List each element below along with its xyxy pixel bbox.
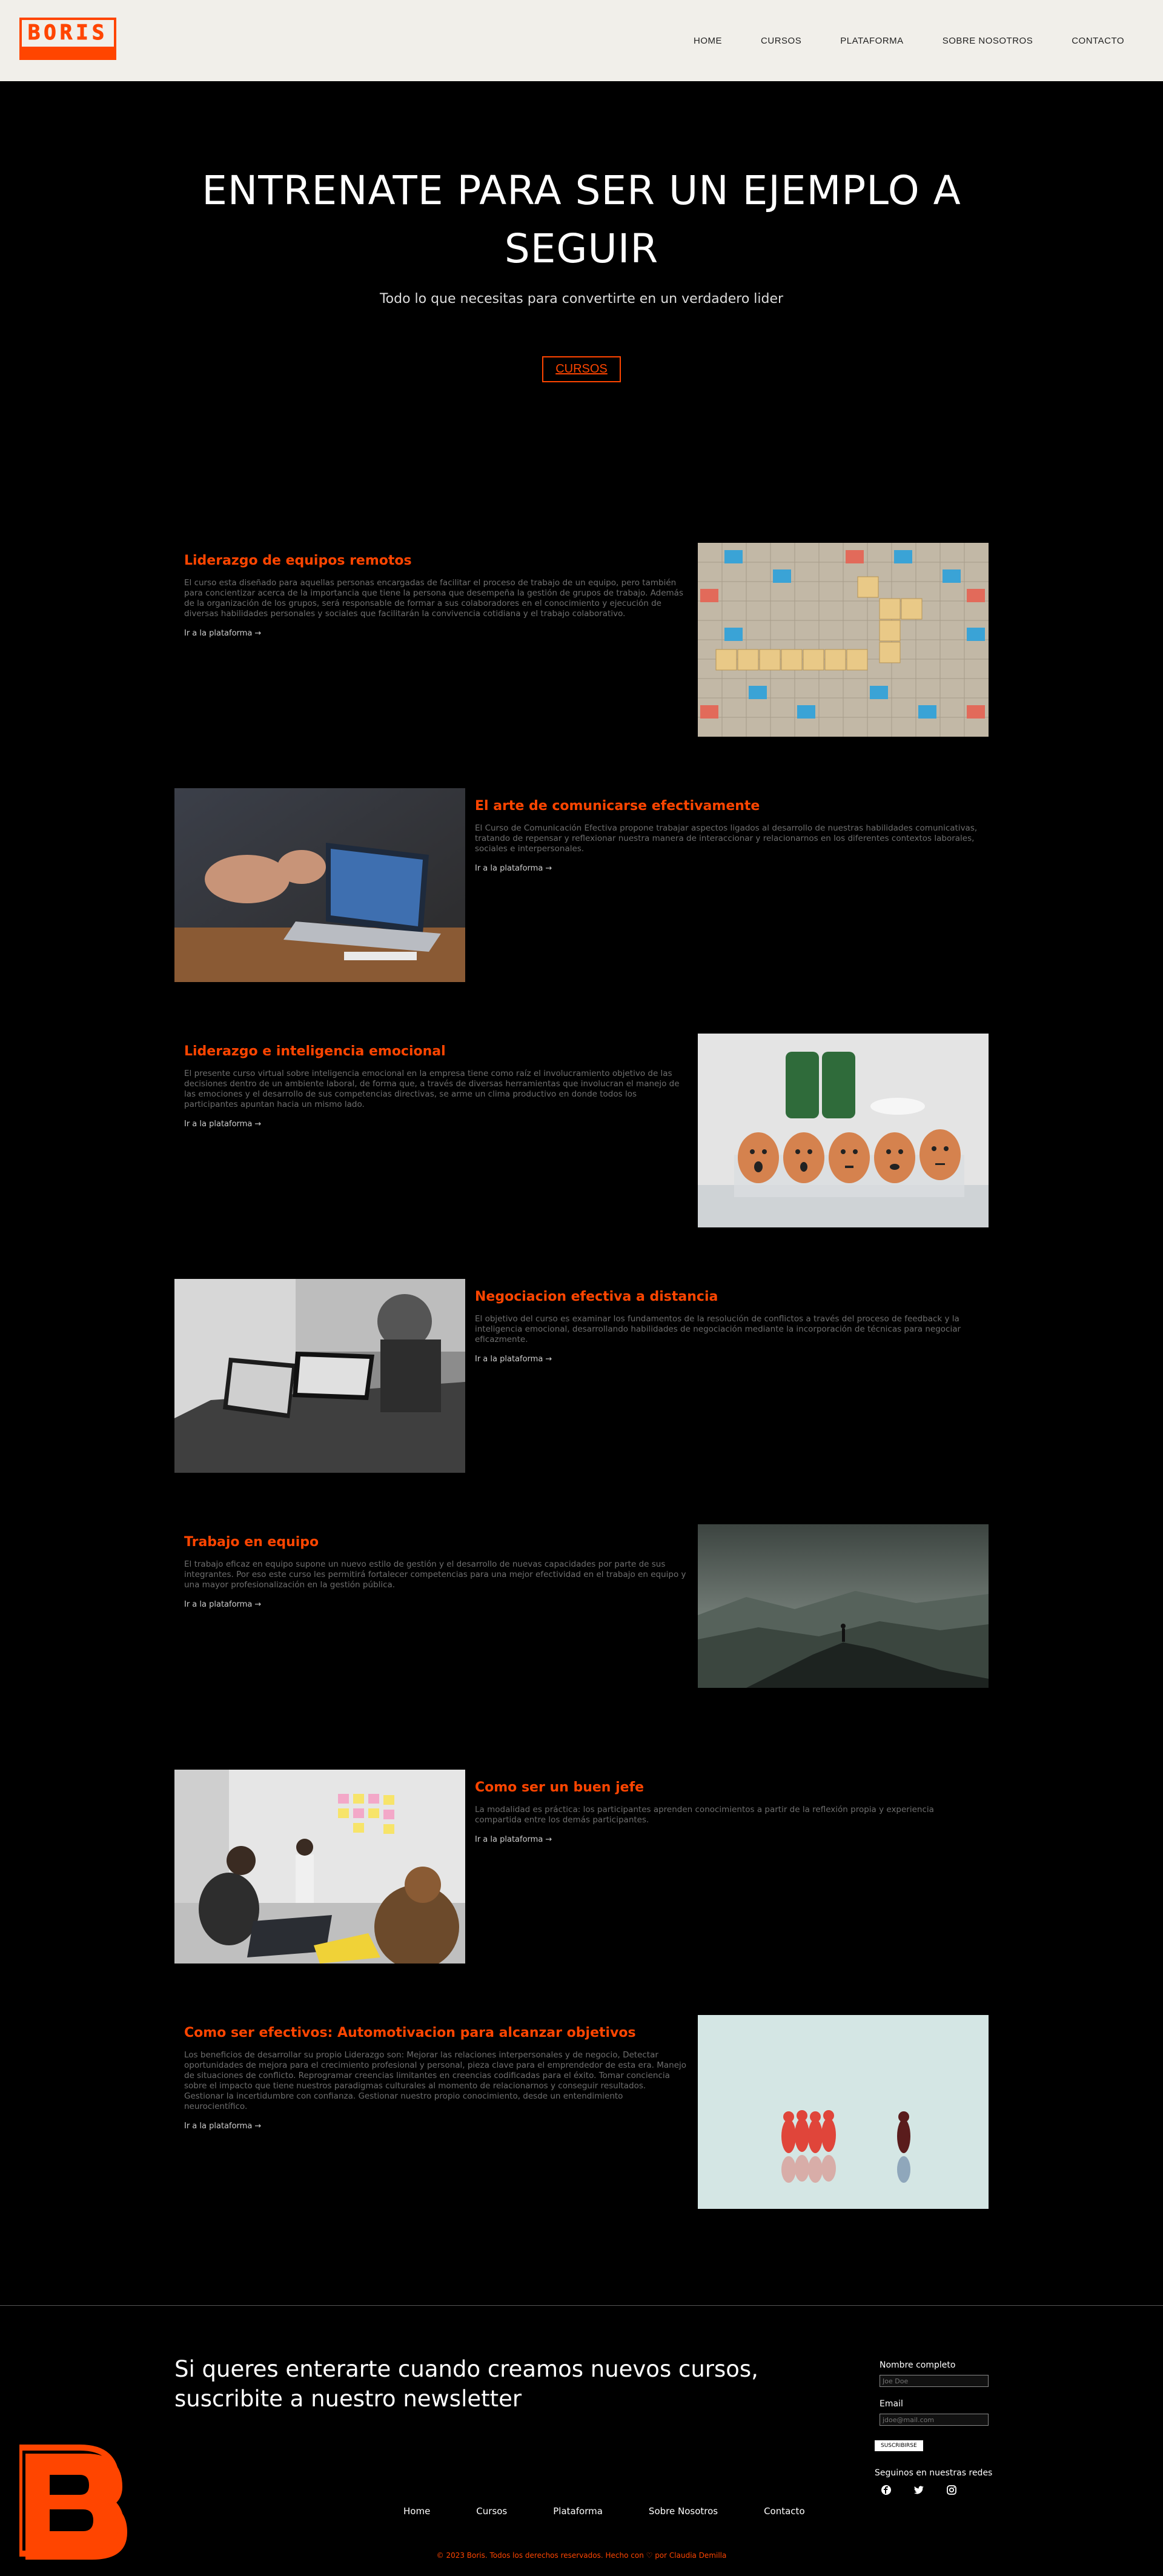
course-title: Como ser un buen jefe	[475, 1780, 644, 1795]
footer-nav-contacto[interactable]: Contacto	[764, 2506, 805, 2517]
site-header: BORIS HOME CURSOS PLATAFORMA SOBRE NOSOT…	[0, 0, 1163, 81]
nav-cursos[interactable]: CURSOS	[761, 36, 801, 46]
nav-sobre-nosotros[interactable]: SOBRE NOSOTROS	[943, 36, 1033, 46]
social-title: Seguinos en nuestras redes	[875, 2468, 993, 2478]
nav-plataforma[interactable]: PLATAFORMA	[840, 36, 903, 46]
course-description: La modalidad es práctica: los participan…	[475, 1805, 934, 1825]
course-platform-link[interactable]: Ir a la plataforma →	[184, 1600, 687, 1609]
red-pawns-image	[698, 2015, 989, 2209]
course-description: El objetivo del curso es examinar los fu…	[475, 1314, 961, 1344]
email-field[interactable]	[880, 2414, 989, 2426]
course-card: Liderazgo de equipos remotos El curso es…	[0, 491, 1163, 737]
course-description: El Curso de Comunicación Efectiva propon…	[475, 823, 978, 854]
footer-nav-cursos[interactable]: Cursos	[476, 2506, 507, 2517]
hero-section: ENTRENATE PARA SER UN EJEMPLO A SEGUIR T…	[0, 81, 1163, 491]
cursos-button[interactable]: CURSOS	[542, 356, 621, 382]
footer-nav-plataforma[interactable]: Plataforma	[553, 2506, 603, 2517]
course-title: Liderazgo de equipos remotos	[184, 553, 412, 568]
course-description: El curso esta diseñado para aquellas per…	[184, 578, 683, 619]
course-description: El trabajo eficaz en equipo supone un nu…	[184, 1559, 686, 1590]
course-platform-link[interactable]: Ir a la plataforma →	[184, 629, 687, 638]
course-text: Liderazgo e inteligencia emocional El pr…	[184, 1034, 687, 1129]
main-nav: HOME CURSOS PLATAFORMA SOBRE NOSOTROS CO…	[694, 0, 1124, 81]
video-call-image	[174, 1279, 465, 1473]
course-platform-link[interactable]: Ir a la plataforma →	[475, 1835, 978, 1844]
boris-b-mark-icon	[16, 2442, 128, 2563]
course-title: El arte de comunicarse efectivamente	[475, 798, 760, 814]
course-description: Los beneficios de desarrollar su propio …	[184, 2050, 687, 2111]
course-text: Como ser un buen jefe La modalidad es pr…	[475, 1770, 978, 1844]
email-label: Email	[880, 2399, 903, 2409]
scrabble-team-image	[698, 543, 989, 737]
newsletter-form: Nombre completo Email SUSCRIBIRSE	[872, 2360, 993, 2451]
course-platform-link[interactable]: Ir a la plataforma →	[475, 1355, 978, 1364]
course-card: Negociacion efectiva a distancia El obje…	[0, 1227, 1163, 1473]
course-text: Como ser efectivos: Automotivacion para …	[184, 2015, 687, 2131]
course-title: Trabajo en equipo	[184, 1535, 319, 1550]
newsletter-title: Si queres enterarte cuando creamos nuevo…	[174, 2356, 758, 2412]
footer-nav-home[interactable]: Home	[403, 2506, 430, 2517]
course-card: Como ser un buen jefe La modalidad es pr…	[0, 1718, 1163, 1964]
boris-logo[interactable]: BORIS	[19, 18, 116, 60]
social-links	[881, 2485, 957, 2495]
twitter-icon[interactable]	[913, 2485, 924, 2495]
nav-home[interactable]: HOME	[694, 36, 722, 46]
course-card: El arte de comunicarse efectivamente El …	[0, 736, 1163, 982]
course-title: Como ser efectivos: Automotivacion para …	[184, 2025, 636, 2040]
team-sticky-notes-image	[174, 1770, 465, 1964]
footer-nav-sobre-nosotros[interactable]: Sobre Nosotros	[649, 2506, 718, 2517]
site-footer: Si queres enterarte cuando creamos nuevo…	[0, 2306, 1163, 2576]
copyright-text: © 2023 Boris. Todos los derechos reserva…	[436, 2551, 727, 2560]
hero-title: ENTRENATE PARA SER UN EJEMPLO A SEGUIR	[202, 167, 961, 272]
course-card: Liderazgo e inteligencia emocional El pr…	[0, 981, 1163, 1227]
eggs-faces-image	[698, 1034, 989, 1227]
course-text: Negociacion efectiva a distancia El obje…	[475, 1279, 978, 1364]
course-text: Trabajo en equipo El trabajo eficaz en e…	[184, 1524, 687, 1609]
course-platform-link[interactable]: Ir a la plataforma →	[184, 2122, 687, 2131]
hero-subtitle: Todo lo que necesitas para convertirte e…	[379, 291, 784, 307]
course-text: El arte de comunicarse efectivamente El …	[475, 788, 978, 873]
course-platform-link[interactable]: Ir a la plataforma →	[184, 1120, 687, 1129]
course-title: Liderazgo e inteligencia emocional	[184, 1044, 446, 1059]
instagram-icon[interactable]	[946, 2485, 957, 2495]
course-title: Negociacion efectiva a distancia	[475, 1289, 718, 1304]
course-card: Como ser efectivos: Automotivacion para …	[0, 1963, 1163, 2209]
course-platform-link[interactable]: Ir a la plataforma →	[475, 864, 978, 873]
logo-text: BORIS	[27, 21, 108, 45]
course-description: El presente curso virtual sobre intelige…	[184, 1069, 680, 1109]
name-field[interactable]	[880, 2375, 989, 2387]
facebook-icon[interactable]	[881, 2485, 892, 2495]
footer-nav: Home Cursos Plataforma Sobre Nosotros Co…	[403, 2506, 805, 2517]
hands-laptop-image	[174, 788, 465, 982]
mountain-summit-image	[698, 1524, 989, 1688]
nav-contacto[interactable]: CONTACTO	[1072, 36, 1124, 46]
course-text: Liderazgo de equipos remotos El curso es…	[184, 543, 687, 638]
subscribe-button[interactable]: SUSCRIBIRSE	[875, 2440, 923, 2451]
course-card: Trabajo en equipo El trabajo eficaz en e…	[0, 1472, 1163, 1718]
name-label: Nombre completo	[880, 2360, 956, 2370]
